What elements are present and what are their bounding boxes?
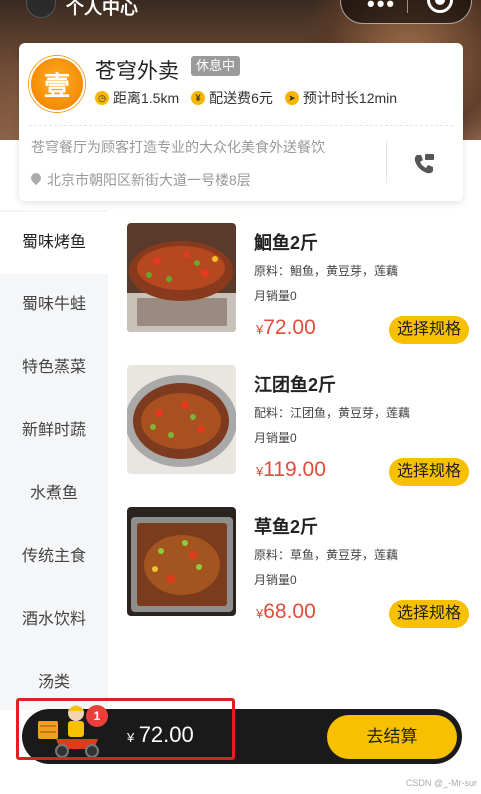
sidebar-item-sichuan-grilled-fish[interactable]: 蜀味烤鱼: [0, 212, 108, 274]
shop-logo: 壹: [29, 56, 85, 112]
dish-price: ¥68.00: [256, 600, 316, 623]
mini-program-capsule[interactable]: •••: [340, 0, 472, 24]
category-sidebar: 蜀味烤鱼 蜀味牛蛙 特色蒸菜 新鲜时蔬 水煮鱼 传统主食 酒水饮料 汤类: [0, 210, 108, 710]
list-item: 草鱼2斤 原料：草鱼，黄豆芽，莲藕 月销量0 ¥68.00 选择规格: [127, 507, 469, 628]
eta: 预计时长12min: [302, 90, 398, 106]
list-item: 江团鱼2斤 配料：江团鱼，黄豆芽，莲藕 月销量0 ¥119.00 选择规格: [127, 365, 469, 486]
dish-monthly-sales: 月销量0: [254, 573, 297, 587]
sidebar-item-fresh-vegetables[interactable]: 新鲜时蔬: [0, 400, 108, 462]
dish-image: [127, 223, 236, 332]
dish-monthly-sales: 月销量0: [254, 431, 297, 445]
sidebar-item-boiled-fish[interactable]: 水煮鱼: [0, 463, 108, 525]
annotation-highlight: [16, 698, 235, 760]
more-icon[interactable]: •••: [367, 0, 396, 15]
dish-image: [127, 507, 236, 616]
sidebar-item-drinks[interactable]: 酒水饮料: [0, 589, 108, 651]
shop-description: 苍穹餐厅为顾客打造专业的大众化美食外送餐饮: [31, 139, 325, 155]
phone-icon[interactable]: [411, 151, 437, 177]
page-title: 个人中心: [66, 0, 138, 18]
close-icon[interactable]: [427, 0, 453, 13]
status-badge: 休息中: [191, 56, 241, 76]
list-item: 鮰鱼2斤 原料：鮰鱼，黄豆芽，莲藕 月销量0 ¥72.00 选择规格: [127, 223, 469, 344]
dish-ingredients: 原料：鮰鱼，黄豆芽，莲藕: [254, 264, 399, 278]
clock-icon: ◷: [95, 91, 109, 105]
dish-ingredients: 原料：草鱼，黄豆芽，莲藕: [254, 548, 399, 562]
dish-monthly-sales: 月销量0: [254, 289, 297, 303]
sidebar-item-staple-food[interactable]: 传统主食: [0, 526, 108, 588]
shop-meta: ◷ 距离1.5km ¥ 配送费6元 ➤ 预计时长12min: [95, 88, 409, 108]
dish-name: 鮰鱼2斤: [254, 233, 319, 253]
distance: 距离1.5km: [113, 90, 180, 106]
dish-price: ¥72.00: [256, 316, 316, 339]
dish-name: 江团鱼2斤: [254, 375, 337, 395]
dish-name: 草鱼2斤: [254, 517, 319, 537]
yen-icon: ¥: [191, 91, 206, 105]
watermark: CSDN @_-Mr-sur: [405, 778, 477, 788]
select-spec-button[interactable]: 选择规格: [389, 316, 469, 344]
location-pin-icon: [31, 173, 41, 187]
select-spec-button[interactable]: 选择规格: [389, 458, 469, 486]
dish-image: [127, 365, 236, 474]
shop-info-card: 壹 苍穹外卖 休息中 ◷ 距离1.5km ¥ 配送费6元 ➤ 预计时长12min 苍穹…: [19, 43, 463, 201]
dish-ingredients: 配料：江团鱼，黄豆芽，莲藕: [254, 406, 411, 420]
shop-address: 北京市朝阳区新街大道一号楼8层: [31, 170, 251, 190]
checkout-button[interactable]: 去结算: [327, 715, 457, 759]
navigation-icon: ➤: [284, 91, 299, 105]
sidebar-item-steamed-dishes[interactable]: 特色蒸菜: [0, 337, 108, 399]
select-spec-button[interactable]: 选择规格: [389, 600, 469, 628]
shop-name: 苍穹外卖: [95, 60, 179, 83]
sidebar-item-sichuan-bullfrog[interactable]: 蜀味牛蛙: [0, 274, 108, 336]
delivery-fee: 配送费6元: [209, 90, 273, 106]
address-text: 北京市朝阳区新街大道一号楼8层: [47, 172, 251, 188]
dish-price: ¥119.00: [256, 458, 326, 481]
